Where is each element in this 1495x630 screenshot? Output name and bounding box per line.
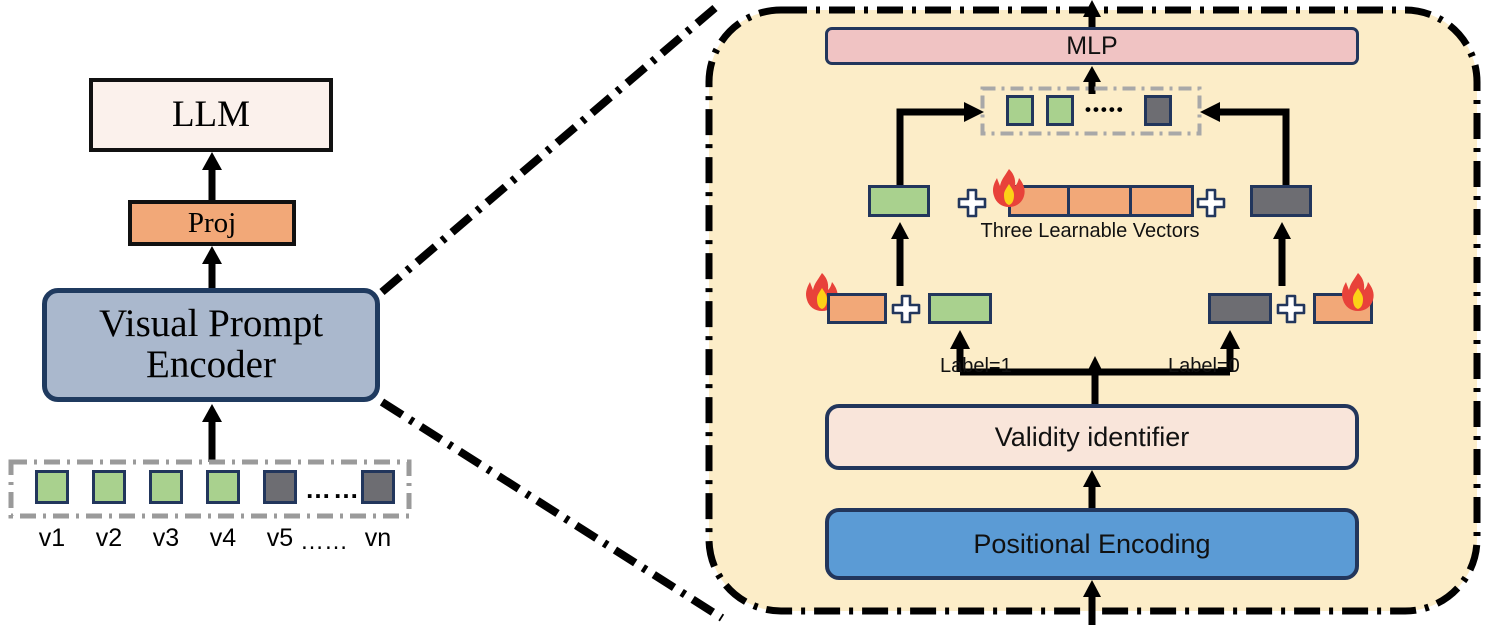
label-zero-text: Label=0 — [1168, 355, 1240, 377]
label-one-text: Label=1 — [940, 355, 1012, 377]
visual-token-label-ellipsis: …… — [300, 528, 348, 555]
validity-identifier-box: Validity identifier — [825, 404, 1359, 470]
output-token — [1046, 95, 1074, 126]
arrow-proj-to-llm — [200, 152, 224, 202]
visual-token-v3 — [149, 470, 183, 504]
right-invalid-token-bar — [1208, 293, 1272, 324]
visual-token-row: …… — [8, 459, 412, 519]
fire-icon-right-branch — [1341, 272, 1375, 312]
visual-token-label-v1: v1 — [38, 524, 66, 552]
visual-token-label-v2: v2 — [95, 524, 123, 552]
arrow-tokens-to-encoder — [200, 404, 224, 462]
fire-icon-learnable-vectors — [992, 168, 1026, 208]
visual-token-v5 — [263, 470, 297, 504]
arrow-positional-to-validity — [1080, 470, 1104, 510]
left-learnable-bar — [827, 293, 887, 324]
visual-token-v4 — [206, 470, 240, 504]
llm-label: LLM — [171, 93, 251, 135]
output-token-row: ••••• — [980, 86, 1202, 136]
learnable-vector-cell — [1070, 185, 1132, 217]
zoom-connector-lines — [370, 4, 770, 630]
encoder-label-line2: Encoder — [146, 343, 276, 386]
positional-encoding-label: Positional Encoding — [973, 528, 1211, 559]
visual-prompt-encoder-box: Visual Prompt Encoder — [42, 288, 380, 402]
learnable-vector-cell — [1132, 185, 1194, 217]
positional-encoding-box: Positional Encoding — [825, 508, 1359, 580]
output-token — [1006, 95, 1034, 126]
plus-icon-right-middle — [1196, 188, 1226, 218]
arrow-input-to-positional — [1080, 580, 1104, 625]
left-sum-bar — [868, 185, 930, 217]
proj-box: Proj — [128, 200, 296, 246]
diagram-root: LLM Proj Visual Prompt Encoder …… v1 v2 … — [0, 0, 1495, 625]
learnable-vectors-bar — [1008, 185, 1194, 217]
arrow-encoder-to-proj — [200, 246, 224, 290]
mlp-label: MLP — [1066, 31, 1118, 60]
validity-identifier-label: Validity identifier — [994, 421, 1190, 452]
output-token — [1144, 95, 1172, 126]
visual-token-v2 — [92, 470, 126, 504]
visual-token-ellipsis: …… — [305, 474, 361, 504]
learnable-vectors-caption: Three Learnable Vectors — [980, 220, 1200, 242]
output-token-ellipsis: ••••• — [1085, 100, 1125, 119]
left-valid-token-bar — [928, 293, 992, 324]
mlp-box: MLP — [825, 27, 1359, 65]
right-sum-bar — [1250, 185, 1312, 217]
visual-token-v1 — [35, 470, 69, 504]
arrow-right-concat-up — [1270, 222, 1294, 286]
plus-icon-left-middle — [957, 188, 987, 218]
visual-token-label-v3: v3 — [152, 524, 180, 552]
plus-icon-right-branch — [1276, 294, 1306, 324]
proj-label: Proj — [187, 206, 237, 239]
llm-box: LLM — [89, 78, 333, 152]
arrow-left-concat-up — [888, 222, 912, 286]
visual-token-label-v4: v4 — [209, 524, 237, 552]
encoder-label-line1: Visual Prompt — [98, 302, 324, 346]
plus-icon-left-branch — [891, 294, 921, 324]
visual-token-labels: v1 v2 v3 v4 v5 vn…… — [8, 524, 412, 556]
visual-token-label-v5: v5 — [266, 524, 294, 552]
